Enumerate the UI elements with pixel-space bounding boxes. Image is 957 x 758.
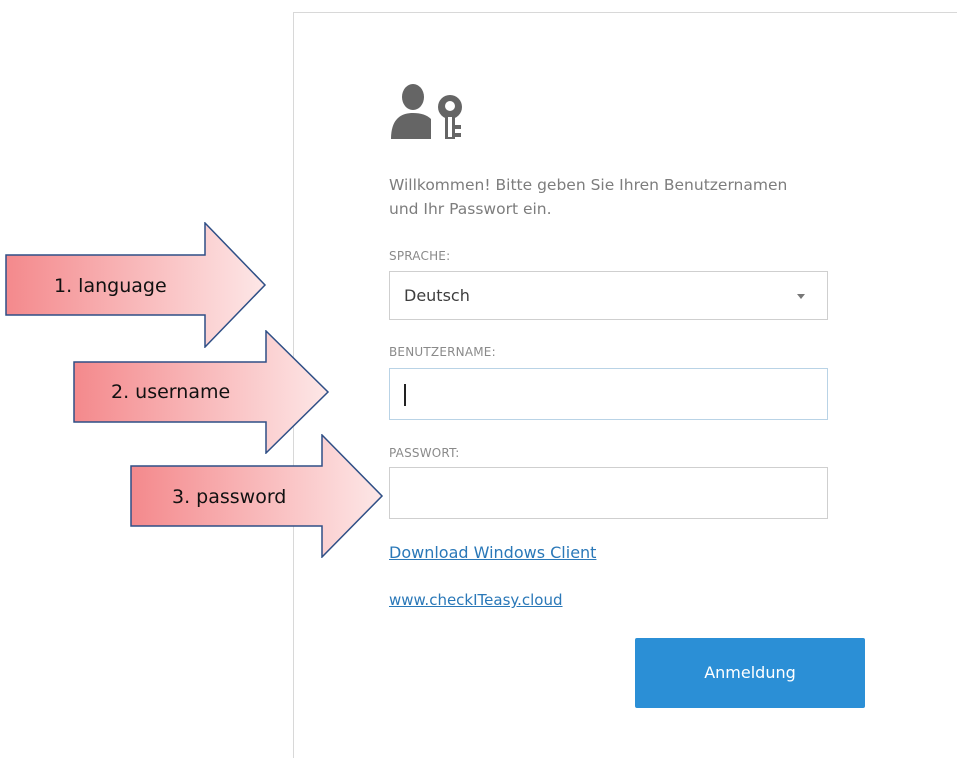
panel-top-border bbox=[293, 12, 957, 13]
text-caret bbox=[404, 384, 406, 406]
annotation-label-language: 1. language bbox=[54, 275, 167, 297]
password-label: PASSWORT: bbox=[389, 446, 460, 460]
username-label: BENUTZERNAME: bbox=[389, 345, 496, 359]
username-input[interactable] bbox=[389, 368, 828, 420]
language-select[interactable]: Deutsch bbox=[389, 271, 828, 320]
annotation-label-username: 2. username bbox=[111, 381, 231, 403]
annotation-label-password: 3. password bbox=[172, 486, 287, 508]
chevron-down-icon bbox=[797, 294, 805, 299]
language-label: SPRACHE: bbox=[389, 249, 451, 263]
password-input[interactable] bbox=[389, 467, 828, 519]
user-key-icon bbox=[391, 84, 462, 139]
login-page: Willkommen! Bitte geben Sie Ihren Benutz… bbox=[0, 0, 957, 758]
website-link[interactable]: www.checkITeasy.cloud bbox=[389, 591, 563, 609]
welcome-message: Willkommen! Bitte geben Sie Ihren Benutz… bbox=[389, 176, 788, 218]
language-selected-value: Deutsch bbox=[404, 286, 470, 305]
download-windows-client-link[interactable]: Download Windows Client bbox=[389, 543, 596, 562]
login-button[interactable]: Anmeldung bbox=[635, 638, 865, 708]
